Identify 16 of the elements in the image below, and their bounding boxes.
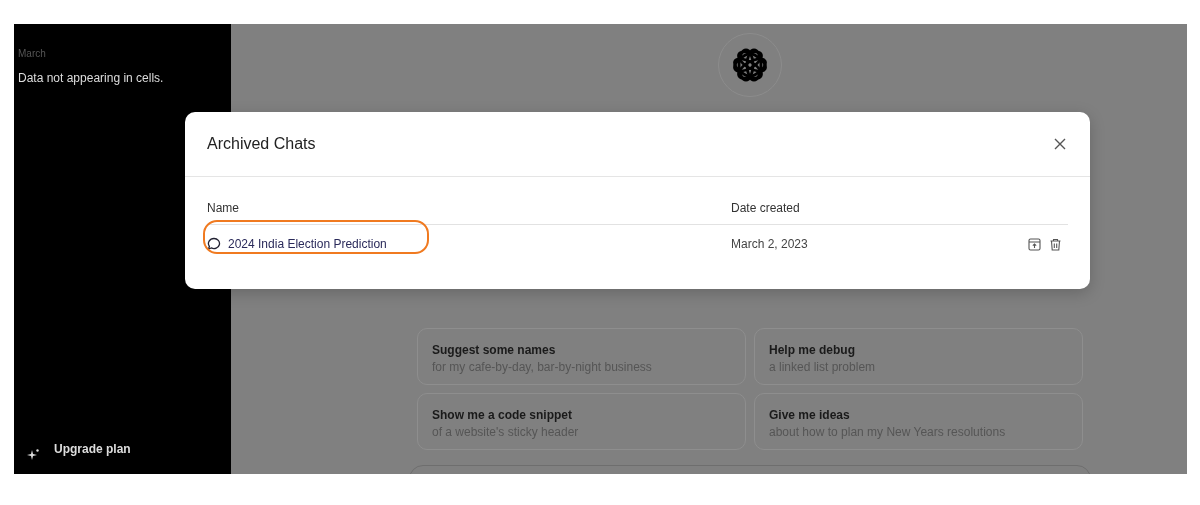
upgrade-plan-link[interactable]: Upgrade plan (54, 442, 131, 456)
speech-bubble-icon (207, 237, 221, 251)
column-header: Date created (731, 201, 800, 215)
section-label: March (18, 48, 47, 59)
suggestion-title: Show me a code snippet (432, 408, 574, 422)
archived-chat-link[interactable]: 2024 India Election Prediction (207, 237, 387, 251)
trash-icon[interactable] (1049, 237, 1062, 251)
close-icon[interactable] (1052, 136, 1068, 152)
suggestion-title: Suggest some names (432, 343, 557, 357)
column-header: Name (207, 201, 240, 215)
suggestion-title: Give me ideas (769, 408, 851, 422)
date-cell-text: March 2, 2023 (731, 237, 809, 251)
suggestion-title: Help me debug (769, 343, 856, 357)
unarchive-icon[interactable] (1028, 237, 1041, 251)
chat-item[interactable]: Data not appearing in cells. (18, 71, 227, 85)
dialog-title: Archived Chats (207, 135, 316, 153)
